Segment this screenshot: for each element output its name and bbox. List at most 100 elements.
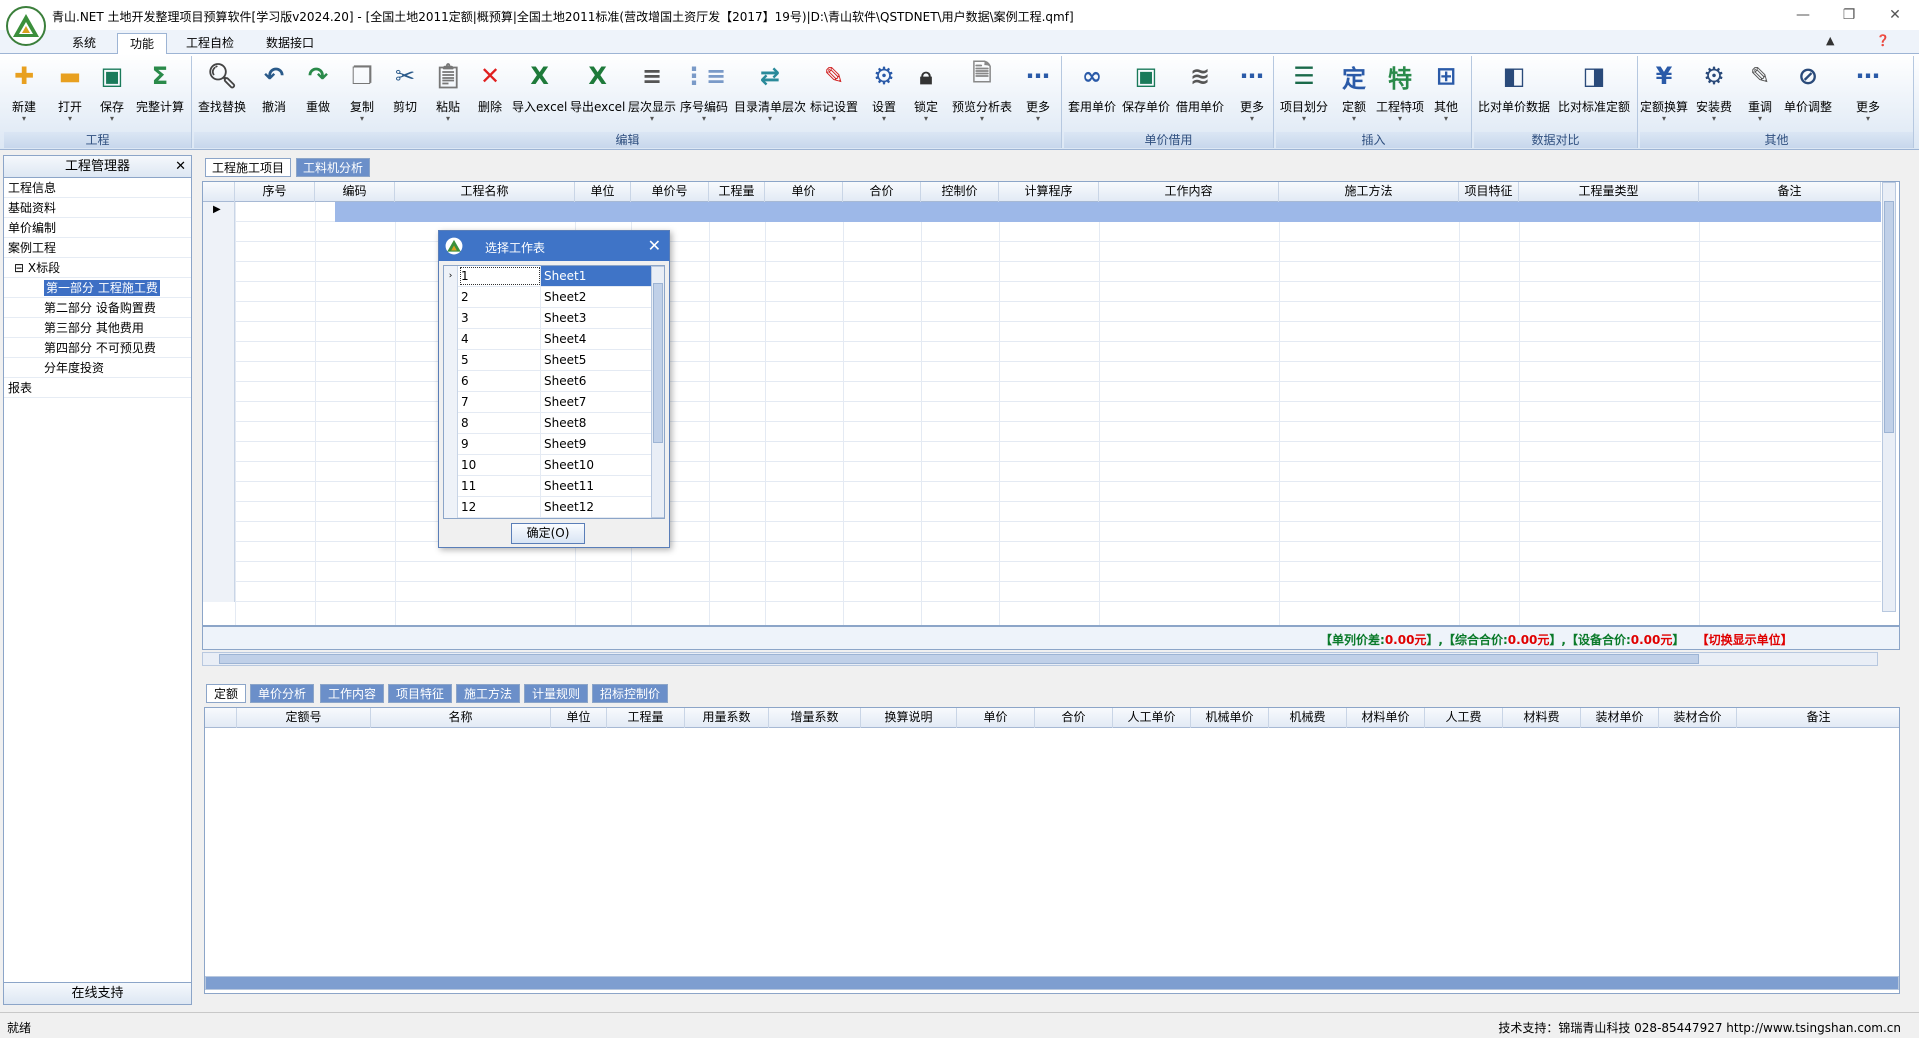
tree-item-part2[interactable]: 第二部分 设备购置费 [4,298,191,318]
worksheet-row[interactable]: 9 Sheet9 [444,434,652,455]
insert-other-button[interactable]: ⊞ 其他 ▾ [1430,60,1462,130]
ok-button[interactable]: 确定(O) [511,523,585,544]
tab-bid-control-price[interactable]: 招标控制价 [592,684,669,703]
tree-item-part4[interactable]: 第四部分 不可预见费 [4,338,191,358]
row-header[interactable] [203,222,235,242]
save-unit-price-button[interactable]: ▣ 保存单价 [1122,60,1170,130]
scroll-thumb[interactable] [653,283,663,443]
col-header[interactable]: 合价 [1035,708,1113,728]
unit-price-adjust-button[interactable]: ⊘ 单价调整 [1784,60,1832,130]
tab-construction-items[interactable]: 工程施工项目 [205,158,292,177]
tree-item-project-info[interactable]: 工程信息 [4,178,191,198]
level-display-button[interactable]: ≡ 层次显示 ▾ [628,60,676,130]
unit-price-more-button[interactable]: ⋯ 更多 ▾ [1236,60,1268,130]
tab-measurement-rules[interactable]: 计量规则 [524,684,589,703]
menu-tab-function[interactable]: 功能 [117,33,168,54]
directory-level-button[interactable]: ⇄ 目录清单层次 ▾ [734,60,806,130]
apply-unit-price-button[interactable]: ∞ 套用单价 [1068,60,1116,130]
col-header[interactable]: 增量系数 [769,708,861,728]
project-division-button[interactable]: ☰ 项目划分 ▾ [1280,60,1328,130]
edit-more-button[interactable]: ⋯ 更多 ▾ [1022,60,1054,130]
col-header[interactable]: 机械单价 [1191,708,1269,728]
worksheet-row[interactable]: 6 Sheet6 [444,371,652,392]
undo-button[interactable]: ↶ 撤消 [258,60,290,130]
col-header[interactable]: 材料单价 [1347,708,1425,728]
tab-unit-price-analysis[interactable]: 单价分析 [250,684,315,703]
table-row[interactable] [203,582,1881,602]
import-excel-button[interactable]: X 导入excel [512,60,567,130]
dialog-close-button[interactable]: ✕ [648,236,661,255]
tab-quota[interactable]: 定额 [206,684,247,703]
table-row[interactable] [203,562,1881,582]
tree-item-case-project[interactable]: 案例工程 [4,238,191,258]
col-header[interactable]: 计算程序 [999,182,1099,202]
close-button[interactable]: ✕ [1872,0,1918,30]
col-header[interactable]: 编码 [315,182,395,202]
find-replace-button[interactable]: 🔍︎ 查找替换 [198,60,246,130]
row-header[interactable] [203,502,235,522]
row-header[interactable] [203,282,235,302]
tab-construction-method[interactable]: 施工方法 [456,684,521,703]
col-header[interactable]: 单位 [575,182,631,202]
col-header[interactable]: 控制价 [921,182,999,202]
quota-conversion-button[interactable]: ¥ 定额换算 ▾ [1640,60,1688,130]
col-header[interactable]: 人工单价 [1113,708,1191,728]
mark-settings-button[interactable]: ✎ 标记设置 ▾ [810,60,858,130]
row-header[interactable] [203,302,235,322]
compare-unit-price-button[interactable]: ◧ 比对单价数据 [1478,60,1550,130]
row-header[interactable] [203,382,235,402]
tree-item-annual-investment[interactable]: 分年度投资 [4,358,191,378]
tab-project-features[interactable]: 项目特征 [388,684,453,703]
row-header[interactable] [203,542,235,562]
row-header[interactable] [203,462,235,482]
quota-grid[interactable]: 定额号 名称 单位 工程量 用量系数 增量系数 换算说明 单价 合价 人工单价 … [204,707,1900,994]
tree-item-basic-data[interactable]: 基础资料 [4,198,191,218]
tree-item-unit-price[interactable]: 单价编制 [4,218,191,238]
menu-tab-system[interactable]: 系统 [60,33,108,54]
install-fee-button[interactable]: ⚙ 安装费 ▾ [1696,60,1732,130]
row-header[interactable]: › [444,266,458,287]
col-header[interactable]: 单位 [551,708,607,728]
new-button[interactable]: ✚ 新建 ▾ [8,60,40,130]
tree-item-reports[interactable]: 报表 [4,378,191,398]
delete-button[interactable]: ✕ 删除 [474,60,506,130]
help-icon[interactable]: ❓ [1876,34,1890,47]
scroll-thumb[interactable] [1884,201,1894,433]
row-header[interactable] [444,476,458,497]
row-header[interactable] [444,497,458,518]
worksheet-row[interactable]: 4 Sheet4 [444,329,652,350]
col-header[interactable]: 机械费 [1269,708,1347,728]
col-header[interactable]: 装材单价 [1581,708,1659,728]
col-header[interactable]: 工作内容 [1099,182,1279,202]
borrow-unit-price-button[interactable]: ≋ 借用单价 [1176,60,1224,130]
row-header[interactable] [444,455,458,476]
row-header[interactable] [203,402,235,422]
menu-tab-self-check[interactable]: 工程自检 [174,33,246,54]
row-header[interactable] [203,422,235,442]
worksheet-row[interactable]: 12 Sheet12 [444,497,652,518]
row-header[interactable] [203,362,235,382]
row-header[interactable] [203,562,235,582]
switch-unit-link[interactable]: 【切换显示单位】 [1697,633,1793,647]
panel-close-icon[interactable]: ✕ [175,156,186,177]
paste-button[interactable]: 📋︎ 粘贴 ▾ [432,60,464,130]
menu-tab-data-interface[interactable]: 数据接口 [254,33,326,54]
special-item-button[interactable]: 特工程特项 ▾ [1376,60,1424,130]
lock-button[interactable]: 🔒︎ 锁定 ▾ [910,60,942,130]
other-more-button[interactable]: ⋯ 更多 ▾ [1852,60,1884,130]
worksheet-list-scrollbar[interactable] [651,266,664,518]
row-header[interactable] [203,342,235,362]
row-header[interactable] [203,482,235,502]
row-header[interactable] [444,329,458,350]
redo-button[interactable]: ↷ 重做 [302,60,334,130]
open-button[interactable]: ▬ 打开 ▾ [54,60,86,130]
row-header[interactable] [444,392,458,413]
row-header[interactable] [444,434,458,455]
worksheet-row[interactable]: 2 Sheet2 [444,287,652,308]
row-header[interactable] [444,371,458,392]
compare-standard-button[interactable]: ◨ 比对标准定额 [1558,60,1630,130]
lower-horizontal-scrollbar[interactable] [205,976,1899,990]
copy-button[interactable]: ❐ 复制 ▾ [346,60,378,130]
tree-item-section-x[interactable]: ⊟ X标段 [4,258,191,278]
col-header[interactable]: 装材合价 [1659,708,1737,728]
